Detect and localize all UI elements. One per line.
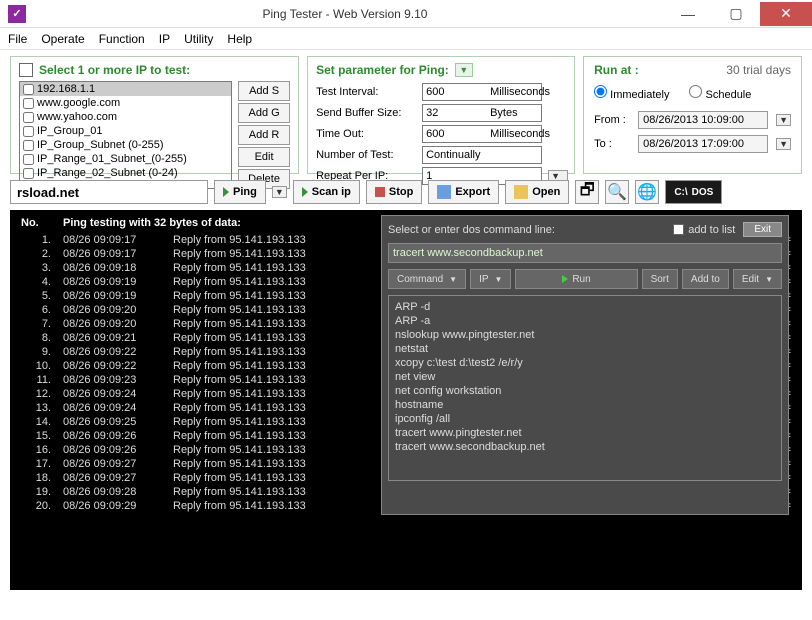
param-title: Set parameter for Ping: ▼ [316,63,566,77]
menu-function[interactable]: Function [99,32,145,46]
export-button[interactable]: Export [428,180,499,204]
stop-button[interactable]: Stop [366,180,422,204]
ping-button[interactable]: Ping [214,180,266,204]
menu-utility[interactable]: Utility [184,32,213,46]
dropdown-icon[interactable]: ▼ [776,138,791,150]
dos-list-item[interactable]: ipconfig /all [395,412,775,426]
dropdown-icon[interactable]: ▼ [455,63,473,77]
dos-list-item[interactable]: net view [395,370,775,384]
search-icon[interactable]: 🔍 [605,180,629,204]
select-all-checkbox[interactable] [19,63,33,77]
dos-command-dropdown[interactable]: Command [388,269,466,289]
ip-select-panel: Select 1 or more IP to test: 192.168.1.1… [10,56,299,174]
dos-edit-dropdown[interactable]: Edit [733,269,782,289]
tool-icon-1[interactable]: 🗗 [575,180,599,204]
dos-panel: Select or enter dos command line: add to… [381,215,789,515]
add-r-button[interactable]: Add R [238,125,290,145]
dropdown-icon[interactable]: ▼ [272,186,287,198]
param-label: Test Interval: [316,86,416,98]
ip-panel-title: Select 1 or more IP to test: [19,63,290,77]
open-button[interactable]: Open [505,180,569,204]
from-time-input[interactable] [638,111,768,129]
menu-help[interactable]: Help [227,32,252,46]
ip-list[interactable]: 192.168.1.1 www.google.com www.yahoo.com… [19,81,232,189]
dos-button[interactable]: C:\DOS [665,180,722,204]
run-panel: Run at :30 trial days Immediately Schedu… [583,56,802,174]
dos-list-item[interactable]: ARP -d [395,300,775,314]
radio-immediately[interactable]: Immediately [594,85,669,101]
dos-ip-dropdown[interactable]: IP [470,269,511,289]
ip-item[interactable]: IP_Range_01_Subnet_(0-255) [20,152,231,166]
dos-list-item[interactable]: netstat [395,342,775,356]
menu-bar: File Operate Function IP Utility Help [0,28,812,50]
globe-icon[interactable]: 🌐 [635,180,659,204]
dos-list-item[interactable]: ARP -a [395,314,775,328]
dos-command-input[interactable] [388,243,782,263]
minimize-button[interactable]: — [664,2,712,26]
ip-item[interactable]: IP_Range_02_Subnet (0-24) [20,166,231,180]
stop-icon [375,187,385,197]
dos-prompt-label: Select or enter dos command line: [388,224,665,236]
add-to-list-checkbox[interactable]: add to list [673,224,735,236]
menu-ip[interactable]: IP [159,32,170,46]
ip-item[interactable]: www.google.com [20,96,231,110]
add-g-button[interactable]: Add G [238,103,290,123]
param-label: Send Buffer Size: [316,107,416,119]
address-input[interactable] [10,180,208,204]
log-area: No. Ping testing with 32 bytes of data: … [10,210,802,590]
close-button[interactable]: ✕ [760,2,812,26]
dos-exit-button[interactable]: Exit [743,222,782,237]
play-icon [223,187,229,197]
edit-button[interactable]: Edit [238,147,290,167]
toolbar: Ping ▼ Scan ip Stop Export Open 🗗 🔍 🌐 C:… [10,180,802,204]
title-bar: ✓ Ping Tester - Web Version 9.10 — ▢ ✕ [0,0,812,28]
dos-addto-button[interactable]: Add to [682,269,729,289]
folder-icon [514,185,528,199]
dos-list-item[interactable]: net config workstation [395,384,775,398]
menu-file[interactable]: File [8,32,27,46]
ip-item[interactable]: IP_Group_01 [20,124,231,138]
to-time-input[interactable] [638,135,768,153]
dos-list-item[interactable]: hostname [395,398,775,412]
dos-run-button[interactable]: Run [515,269,637,289]
param-label: Number of Test: [316,149,416,161]
dos-list-item[interactable]: tracert www.secondbackup.net [395,440,775,454]
dos-list-item[interactable]: tracert www.pingtester.net [395,426,775,440]
dos-sort-button[interactable]: Sort [642,269,678,289]
app-icon: ✓ [8,5,26,23]
radio-schedule[interactable]: Schedule [689,85,751,101]
ip-item[interactable]: 192.168.1.1 [20,82,231,96]
dropdown-icon[interactable]: ▼ [776,114,791,126]
ip-item[interactable]: www.yahoo.com [20,110,231,124]
dos-command-list[interactable]: ARP -dARP -anslookup www.pingtester.netn… [388,295,782,481]
dos-list-item[interactable]: xcopy c:\test d:\test2 /e/r/y [395,356,775,370]
maximize-button[interactable]: ▢ [712,2,760,26]
num-test-input[interactable] [422,146,542,164]
play-icon [562,275,568,283]
export-icon [437,185,451,199]
add-s-button[interactable]: Add S [238,81,290,101]
window-title: Ping Tester - Web Version 9.10 [26,7,664,21]
play-icon [302,187,308,197]
menu-operate[interactable]: Operate [41,32,84,46]
ip-item[interactable]: IP_Group_Subnet (0-255) [20,138,231,152]
param-panel: Set parameter for Ping: ▼ Test Interval:… [307,56,575,174]
param-label: Time Out: [316,128,416,140]
dos-list-item[interactable]: nslookup www.pingtester.net [395,328,775,342]
scan-button[interactable]: Scan ip [293,180,360,204]
